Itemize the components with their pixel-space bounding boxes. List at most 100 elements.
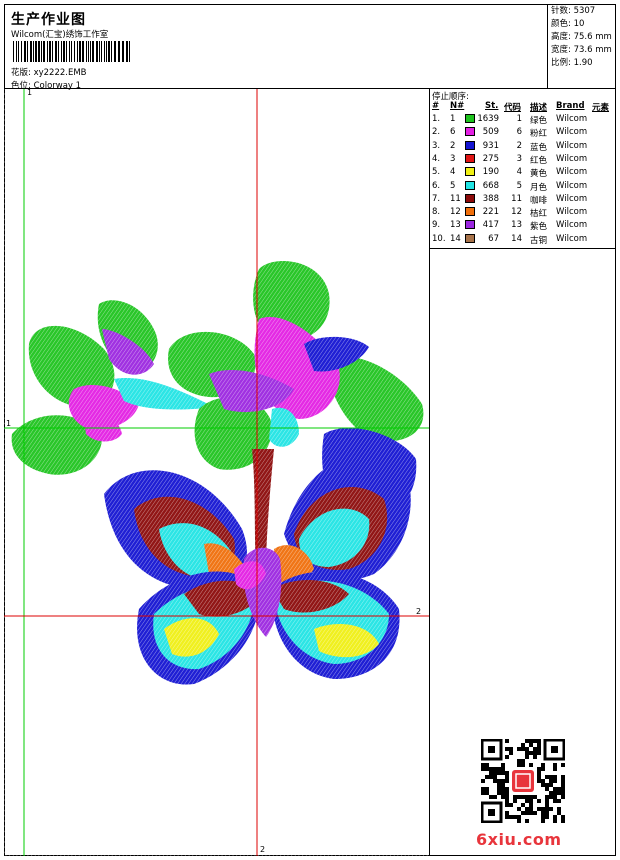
- color-swatch: [465, 153, 475, 163]
- cell-idx: 2.: [432, 127, 441, 138]
- site-watermark: 6xiu.com: [476, 830, 562, 849]
- stat-scale: 比例: 1.90: [551, 58, 593, 68]
- table-row[interactable]: 4. 3 275 3 红色 Wilcom: [430, 153, 616, 166]
- cell-code: 13: [511, 220, 522, 231]
- header: 生产作业图 Wilcom(汇宝)绣饰工作室 花版: xy2222.EMB 色位:…: [4, 4, 616, 91]
- cell-n: 12: [450, 207, 461, 218]
- cell-desc: 红色: [530, 155, 548, 166]
- cell-desc: 粉红: [530, 129, 548, 140]
- table-row[interactable]: 7. 11 388 11 咖啡 Wilcom: [430, 193, 616, 206]
- color-swatch: [465, 140, 475, 150]
- cell-n: 13: [450, 220, 461, 231]
- cell-st: 1639: [477, 114, 499, 124]
- qr-code-icon[interactable]: [481, 739, 565, 823]
- design-label: 花版:: [11, 68, 31, 78]
- cell-brand: Wilcom: [556, 167, 588, 178]
- design-value: xy2222.EMB: [33, 68, 87, 78]
- table-header: # N# St. 代码 描述 Brand 元素: [432, 101, 610, 113]
- cell-idx: 9.: [432, 220, 441, 231]
- table-row[interactable]: 8. 12 221 12 桔红 Wilcom: [430, 206, 616, 219]
- stop-sequence-panel: 停止顺序: # N# St. 代码 描述 Brand 元素 1. 1 1639 1 绿色…: [430, 89, 616, 249]
- cell-code: 11: [511, 193, 522, 204]
- guide-label-h-top: 1: [6, 419, 12, 428]
- cell-code: 12: [511, 207, 522, 218]
- stat-height: 高度: 75.6 mm: [551, 32, 612, 42]
- cell-brand: Wilcom: [556, 207, 588, 218]
- color-swatch: [465, 127, 475, 137]
- cell-desc: 绿色: [530, 116, 548, 126]
- cell-st: 668: [482, 180, 499, 191]
- embroidery-preview: [4, 89, 429, 856]
- guide-label-v-left: 1: [27, 89, 33, 97]
- studio-name: Wilcom(汇宝)绣饰工作室: [11, 30, 109, 40]
- cell-desc: 紫色: [530, 222, 548, 233]
- barcode-icon: [13, 41, 130, 62]
- cell-brand: Wilcom: [556, 220, 588, 231]
- cell-code: 6: [516, 127, 522, 138]
- cell-idx: 6.: [432, 180, 441, 191]
- cell-desc: 黄色: [530, 169, 548, 180]
- cell-n: 14: [450, 233, 461, 244]
- cell-desc: 桔红: [530, 209, 548, 220]
- cell-st: 509: [482, 127, 499, 138]
- cell-st: 67: [488, 233, 499, 244]
- cell-n: 11: [450, 193, 461, 204]
- design-line: 花版: xy2222.EMB: [11, 66, 87, 78]
- cell-st: 417: [482, 220, 499, 231]
- cell-st: 190: [482, 167, 499, 178]
- cell-n: 2: [450, 140, 456, 151]
- table-row[interactable]: 2. 6 509 6 粉红 Wilcom: [430, 126, 616, 139]
- cell-code: 14: [511, 233, 522, 244]
- table-row[interactable]: 6. 5 668 5 月色 Wilcom: [430, 180, 616, 193]
- color-swatch: [465, 114, 475, 123]
- cell-idx: 10.: [432, 233, 446, 244]
- table-row[interactable]: 5. 4 190 4 黄色 Wilcom: [430, 166, 616, 179]
- cell-desc: 咖啡: [530, 195, 548, 206]
- cell-idx: 8.: [432, 207, 441, 218]
- table-row[interactable]: 9. 13 417 13 紫色 Wilcom: [430, 219, 616, 232]
- cell-desc: 月色: [530, 182, 548, 193]
- color-swatch: [465, 207, 475, 217]
- stat-width: 宽度: 73.6 mm: [551, 45, 612, 55]
- cell-brand: Wilcom: [556, 233, 588, 244]
- cell-brand: Wilcom: [556, 193, 588, 204]
- cell-idx: 4.: [432, 153, 441, 164]
- table-row[interactable]: 3. 2 931 2 蓝色 Wilcom: [430, 140, 616, 153]
- cell-idx: 3.: [432, 140, 441, 151]
- cell-st: 275: [482, 153, 499, 164]
- cell-idx: 7.: [432, 193, 441, 204]
- cell-code: 5: [516, 180, 522, 191]
- guide-label-h-bottom: 2: [416, 607, 422, 616]
- cell-n: 3: [450, 153, 456, 164]
- page-title: 生产作业图: [11, 12, 86, 28]
- cell-idx: 5.: [432, 167, 441, 178]
- cell-brand: Wilcom: [556, 180, 588, 191]
- color-swatch: [465, 220, 475, 230]
- cell-n: 4: [450, 167, 456, 178]
- cell-desc: 古铜: [530, 235, 548, 246]
- color-swatch: [465, 180, 475, 190]
- stat-stitches: 针数: 5307: [551, 6, 596, 16]
- cell-n: 5: [450, 180, 456, 191]
- cell-desc: 蓝色: [530, 142, 548, 153]
- design-canvas[interactable]: 1 1 2 2: [4, 89, 430, 856]
- guide-label-v-right: 2: [260, 845, 266, 854]
- cell-code: 2: [516, 140, 522, 151]
- color-swatch: [465, 167, 475, 177]
- stats-box: 针数: 5307 颜色: 10 高度: 75.6 mm 宽度: 73.6 mm …: [547, 4, 616, 89]
- cell-brand: Wilcom: [556, 153, 588, 164]
- cell-brand: Wilcom: [556, 114, 588, 124]
- cell-code: 1: [516, 114, 522, 124]
- color-swatch: [465, 233, 475, 243]
- cell-n: 1: [450, 114, 456, 124]
- cell-st: 931: [482, 140, 499, 151]
- table-row[interactable]: 10. 14 67 14 古铜 Wilcom: [430, 233, 616, 246]
- cell-st: 221: [482, 207, 499, 218]
- cell-idx: 1.: [432, 114, 441, 124]
- cell-brand: Wilcom: [556, 127, 588, 138]
- stat-colors: 颜色: 10: [551, 19, 585, 29]
- color-swatch: [465, 193, 475, 203]
- cell-code: 4: [516, 167, 522, 178]
- table-row[interactable]: 1. 1 1639 1 绿色 Wilcom: [430, 113, 616, 126]
- cell-brand: Wilcom: [556, 140, 588, 151]
